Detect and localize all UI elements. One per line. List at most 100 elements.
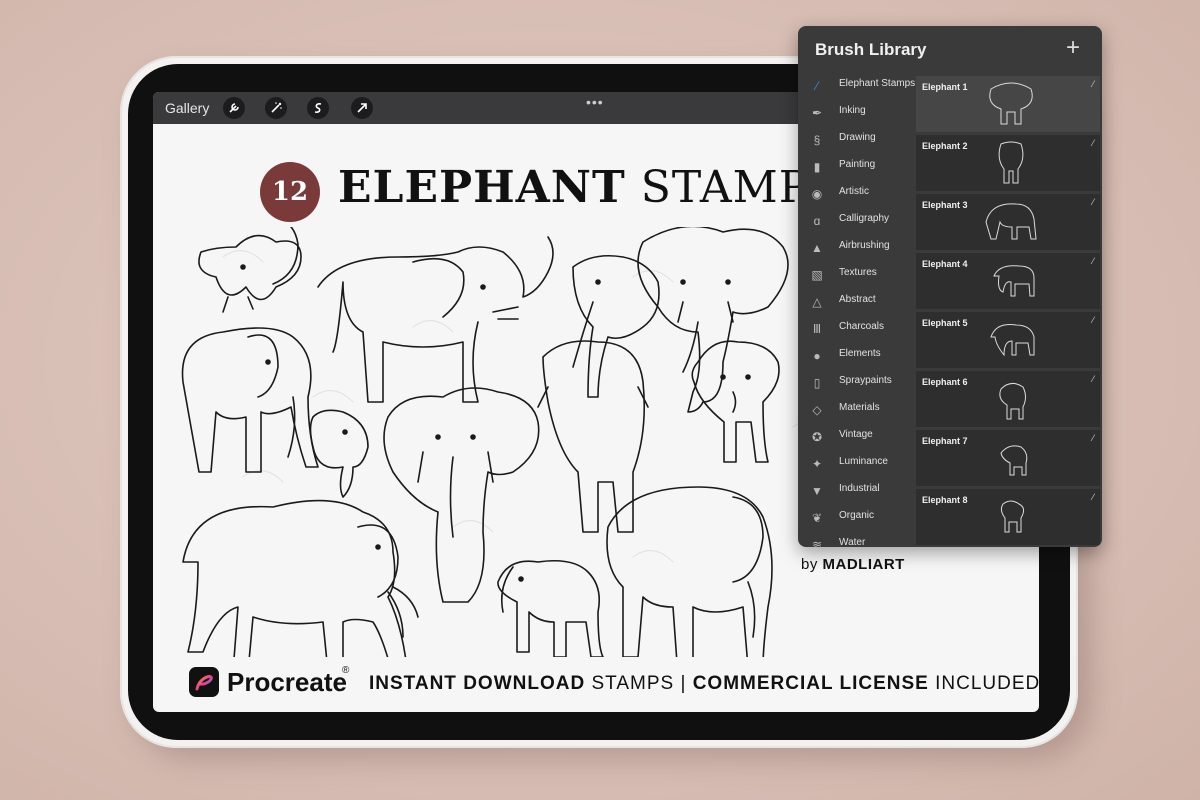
spray-can-icon: ▯ [813,376,821,390]
brush-library-title: Brush Library [815,40,927,59]
page-title: ELEPHANT STAMPS [338,162,840,213]
elephant-sketch-1 [198,227,302,313]
brush-category-item[interactable]: ▮ Painting [808,155,918,182]
brush-category-label: Industrial [839,483,880,494]
brush-category-item[interactable]: ✒ Inking [808,101,918,128]
brush-item[interactable]: Elephant 8 ⁄ [916,489,1100,545]
elephant-thumbnail [1000,500,1025,533]
calligraphy-icon: ɑ [813,214,821,228]
procreate-wordmark: Procreate [227,667,347,697]
brush-category-item[interactable]: ▼ Industrial [808,479,918,506]
procreate-logo-icon [189,667,219,697]
brush-category-list: ⁄ Elephant Stamps ✒ Inking § Drawing ▮ Painting… [808,74,918,547]
brush-list: Elephant 1 ⁄ Elephant 2 ⁄ Elephant 3 ⁄ Elephan… [916,76,1100,547]
byline-name: MADLIART [822,556,905,573]
star-badge-icon: ✪ [811,430,823,444]
triangle-icon: △ [812,295,822,309]
brush-label: Elephant 5 [922,318,968,328]
brush-category-item[interactable]: △ Abstract [808,290,918,317]
elephant-thumbnail [990,324,1035,357]
brush-stroke-icon: ⁄ [1092,197,1094,207]
brush-category-label: Vintage [839,429,873,440]
add-brush-set-button[interactable]: + [1066,34,1080,62]
brush-label: Elephant 8 [922,495,968,505]
brush-label: Elephant 4 [922,259,968,269]
transform-arrow-icon[interactable] [351,97,373,119]
ink-pen-icon: ✒ [811,106,823,120]
brush-category-item[interactable]: ◉ Artistic [808,182,918,209]
elephant-sketch-8 [537,340,649,533]
selection-icon[interactable] [307,97,329,119]
squiggle-icon: § [813,133,821,147]
brush-category-item[interactable]: ▯ Spraypaints [808,371,918,398]
cube-icon: ◇ [812,403,822,417]
waves-icon: ≋ [811,538,823,547]
brush-category-item[interactable]: ❦ Organic [808,506,918,533]
gallery-button[interactable]: Gallery [165,100,209,116]
elephant-thumbnail [999,383,1026,420]
brush-category-item[interactable]: ✦ Luminance [808,452,918,479]
brush-stroke-icon: ⁄ [1092,374,1094,384]
brush-category-label: Elephant Stamps [839,78,916,89]
brush-item[interactable]: Elephant 5 ⁄ [916,312,1100,368]
tagline-included: INCLUDED [935,673,1039,694]
footer-banner: Procreate ® INSTANT DOWNLOAD STAMPS | CO… [189,663,1039,703]
tagline-instant-download: INSTANT DOWNLOAD [369,673,586,694]
brush-category-label: Organic [839,510,875,521]
brush-category-item[interactable]: ● Elements [808,344,918,371]
elephant-sketch-11 [497,559,604,657]
texture-icon: ▧ [811,268,823,282]
brush-category-item[interactable]: ▲ Airbrushing [808,236,918,263]
brush-category-label: Elements [839,348,881,359]
brush-category-item[interactable]: ◇ Materials [808,398,918,425]
brush-label: Elephant 6 [922,377,968,387]
tagline-stamps: STAMPS | [591,673,687,694]
brush-category-label: Luminance [839,456,888,467]
brush-item[interactable]: Elephant 4 ⁄ [916,253,1100,309]
brush-category-item[interactable]: ɑ Calligraphy [808,209,918,236]
brush-category-item[interactable]: ▧ Textures [808,263,918,290]
brush-category-label: Inking [839,105,866,116]
elephant-sketch-5 [181,327,319,473]
brush-stroke-icon: ⁄ [1092,79,1094,89]
anvil-icon: ▼ [811,484,823,498]
brush-category-label: Charcoals [839,321,885,332]
brush-item[interactable]: Elephant 6 ⁄ [916,371,1100,427]
elephant-sketch-10 [182,499,419,657]
title-word-1: ELEPHANT [338,162,626,213]
brush-item[interactable]: Elephant 7 ⁄ [916,430,1100,486]
brush-category-item[interactable]: ✪ Vintage [808,425,918,452]
airbrush-icon: ▲ [811,241,823,255]
brush-stroke-icon: ⁄ [1092,433,1094,443]
brush-stroke-icon: ⁄ [1092,492,1094,502]
brush-library-panel: Brush Library + ⁄ Elephant Stamps ✒ Inking §… [798,26,1102,547]
brush-category-item[interactable]: Ⅲ Charcoals [808,317,918,344]
footer-tagline: INSTANT DOWNLOAD STAMPS | COMMERCIAL LIC… [369,673,1039,695]
brush-category-item[interactable]: ≋ Water [808,533,918,547]
brush-category-label: Water [839,537,866,547]
elephant-sketch-6 [309,409,369,498]
brush-stroke-icon: ⁄ [1092,315,1094,325]
brush-item[interactable]: Elephant 1 ⁄ [916,76,1100,132]
elephant-thumbnail [998,141,1024,184]
brush-category-label: Airbrushing [839,240,890,251]
brush-item[interactable]: Elephant 3 ⁄ [916,194,1100,250]
elephant-sketch-3 [572,254,660,398]
elephant-thumbnail [1000,445,1028,476]
brush-category-label: Drawing [839,132,876,143]
more-dots-icon[interactable]: ••• [586,94,604,110]
globe-icon: ● [813,349,821,363]
brush-category-label: Calligraphy [839,213,890,224]
elephant-thumbnail [985,203,1037,240]
magic-wand-icon[interactable] [265,97,287,119]
brush-item[interactable]: Elephant 2 ⁄ [916,135,1100,191]
elephant-sketch-7 [383,387,540,603]
brush-category-label: Spraypaints [839,375,892,386]
count-badge: 12 [260,162,320,222]
wrench-icon[interactable] [223,97,245,119]
brush-category-item[interactable]: § Drawing [808,128,918,155]
tagline-commercial-license: COMMERCIAL LICENSE [692,673,929,694]
paint-brush-icon: ▮ [813,160,821,174]
brush-category-item[interactable]: ⁄ Elephant Stamps [808,74,918,101]
brush-stroke-icon: ⁄ [1092,256,1094,266]
